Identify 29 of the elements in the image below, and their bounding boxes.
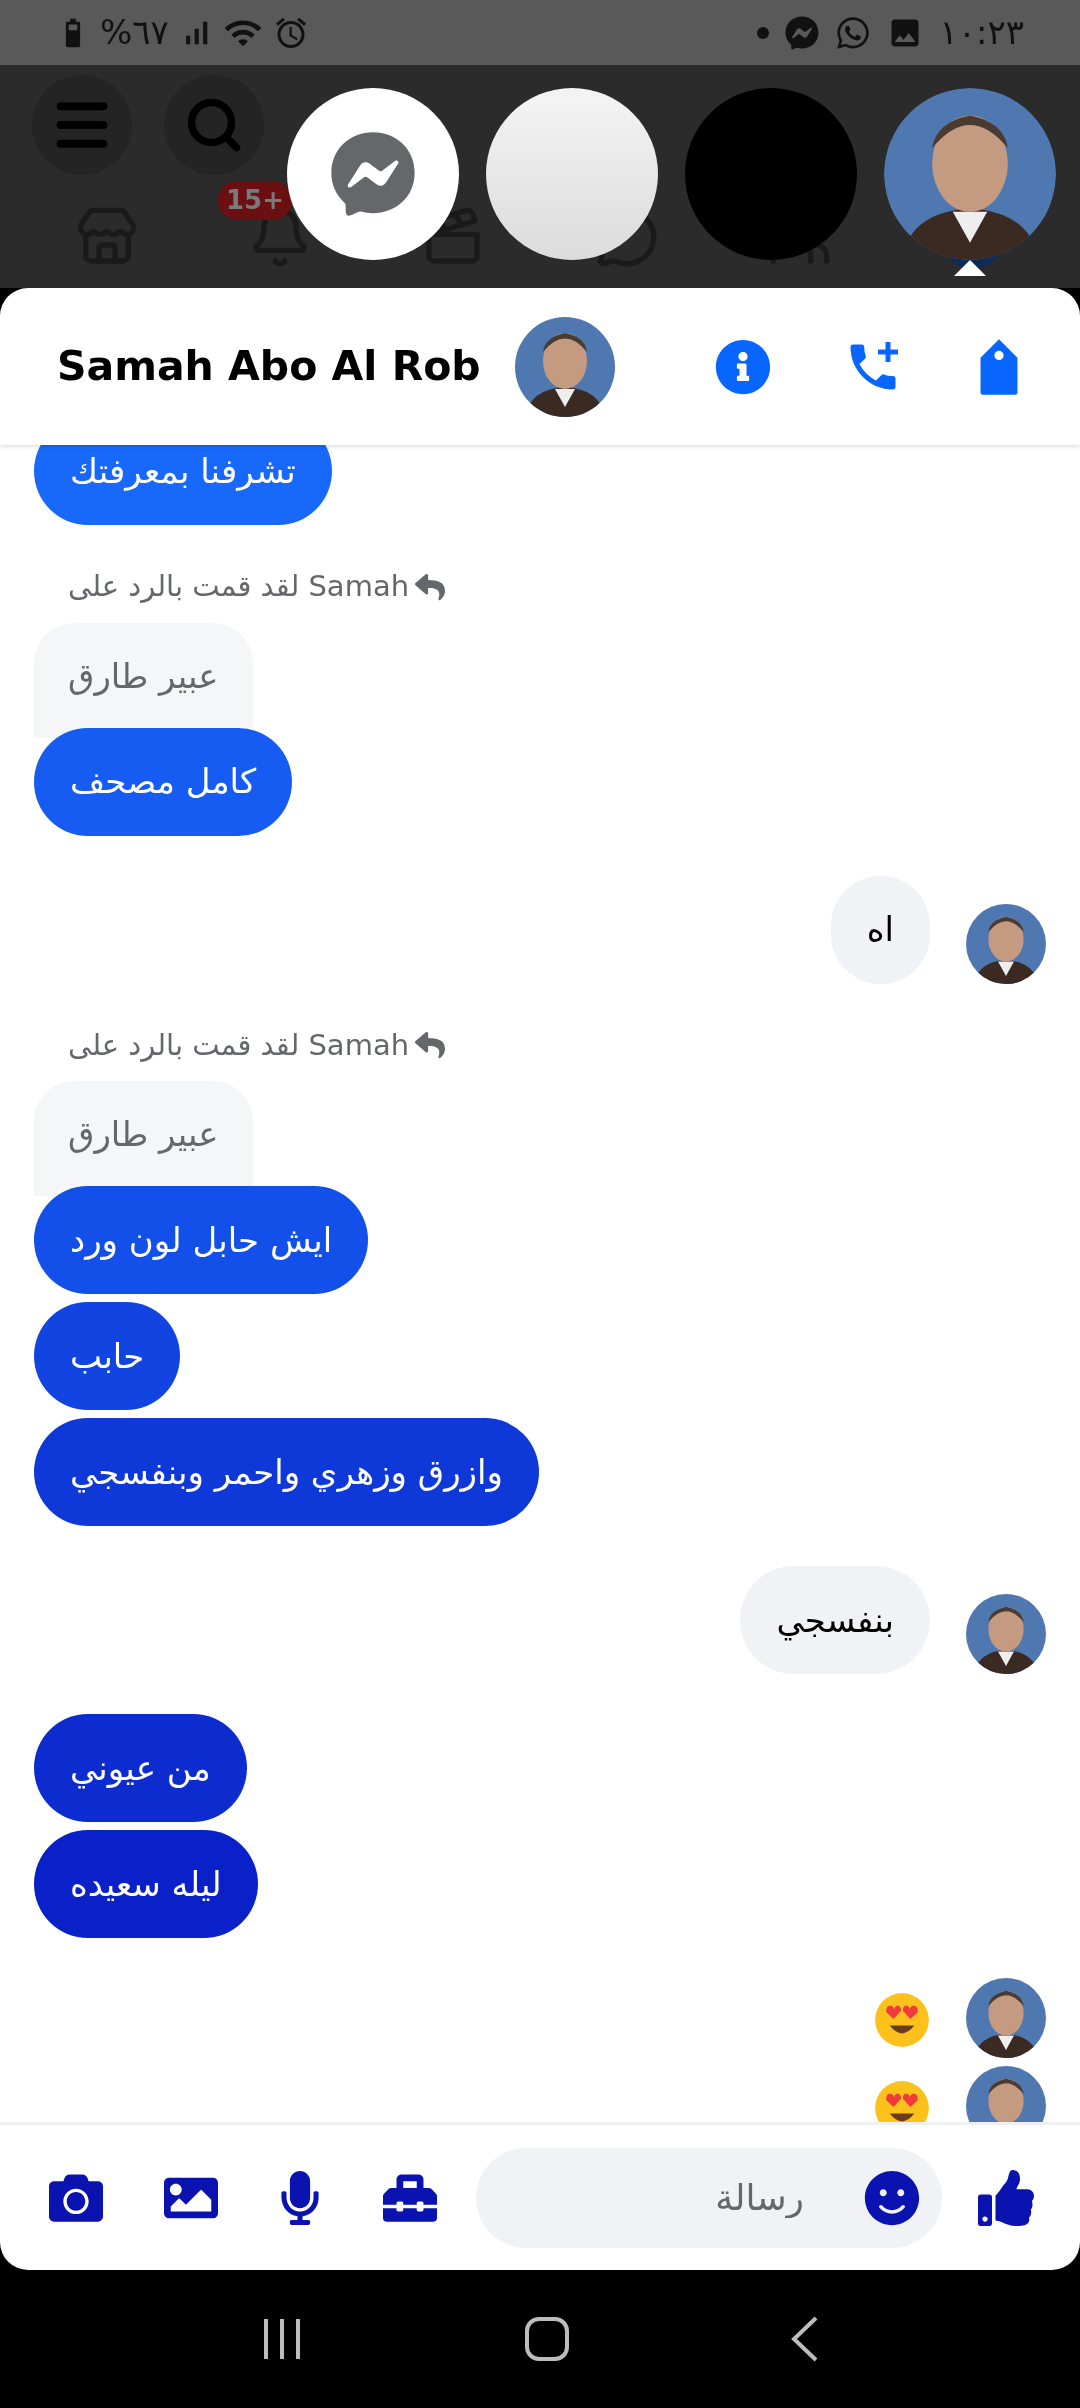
whatsapp-icon	[835, 14, 872, 51]
home-icon[interactable]	[525, 2317, 569, 2361]
like-icon[interactable]	[978, 2169, 1034, 2226]
message-bubble: ليله سعيده	[34, 1830, 258, 1938]
notification-badge: 15+	[218, 181, 292, 220]
message-bubble: ايش حابل لون ورد	[34, 1186, 369, 1294]
messenger-icon	[330, 131, 416, 217]
info-icon[interactable]	[715, 338, 771, 395]
emoji-icon[interactable]	[864, 2169, 920, 2226]
reply-label: لقد قمت بالرد على Samah	[34, 565, 480, 609]
message-bubble: حابب	[34, 1302, 181, 1410]
heart-eyes-emoji-icon	[874, 2080, 930, 2122]
back-icon[interactable]	[789, 2316, 820, 2362]
message-bubble: وازرق وزهري واحمر وبنفسجي	[34, 1418, 539, 1526]
message-bubble: اه	[830, 875, 930, 984]
quoted-message: عبير طارق	[34, 1081, 253, 1196]
message-bubble: من عيوني	[34, 1714, 247, 1822]
quoted-message: عبير طارق	[34, 622, 253, 738]
message-bubble: كامل مصحف	[34, 727, 293, 836]
reply-label: لقد قمت بالرد على Samah	[34, 1023, 480, 1067]
message-bubble: تشرفنا بمعرفتك	[34, 445, 332, 525]
contact-name: Samah Abo Al Rob	[57, 340, 481, 392]
clock: ١٠:٢٣	[939, 11, 1024, 54]
heart-eyes-emoji-icon	[874, 1992, 930, 2048]
messenger-icon	[785, 15, 820, 50]
reply-icon	[415, 1030, 446, 1061]
battery-percentage: %٦٧	[100, 11, 169, 54]
message-bubble: بنفسجي	[740, 1566, 930, 1674]
reply-icon	[415, 571, 446, 602]
